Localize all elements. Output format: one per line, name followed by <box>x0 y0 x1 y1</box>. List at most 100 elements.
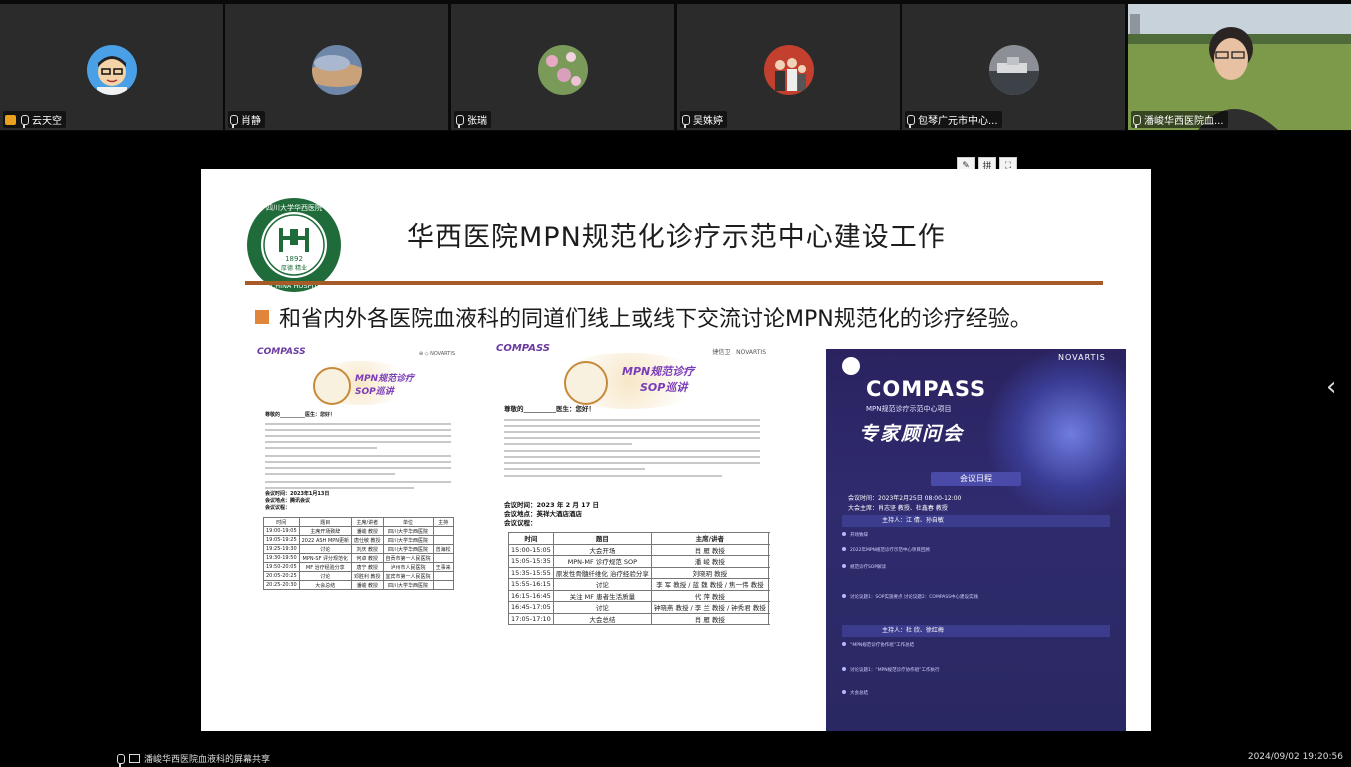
table-cell: 唐仕敏 教授 <box>350 535 384 545</box>
partner-logos: 捷信卫 NOVARTIS <box>712 349 766 356</box>
flower-avatar <box>537 45 588 95</box>
table-cell: 李 军 教授 / 蓝 魏 教授 / 焦一伟 教授 <box>650 578 769 591</box>
table-cell: 何卓 教授 <box>350 553 384 563</box>
table-row: 19:25-19:30 讨论 刘庆 教授 四川大学华西医院 曾海松 <box>263 544 454 554</box>
table-cell: 15:00-15:05 <box>508 543 554 556</box>
dot-icon <box>842 642 846 646</box>
title-divider <box>245 281 1103 285</box>
table-cell: 四川大学华西医院 <box>382 526 434 536</box>
dot-icon <box>842 547 846 551</box>
participant-tile[interactable]: 肖静 <box>225 4 448 130</box>
greeting: 尊敬的__________医生：您好！ <box>265 412 336 418</box>
mic-icon <box>1133 114 1141 128</box>
table-cell: 17:05-17:10 <box>508 612 554 625</box>
dot-icon <box>842 532 846 536</box>
table-cell: 16:45-17:05 <box>508 601 554 614</box>
table-cell: 曾海松 <box>432 544 454 554</box>
table-cell: 自贡市第四人民医院 <box>767 589 770 602</box>
table-cell: 肖 雁 教授 <box>650 543 769 556</box>
mic-icon <box>21 114 29 128</box>
table-header: 时间 题目 主席/讲者 单位 主持 <box>263 517 454 527</box>
timestamp: 2024/09/02 19:20:56 <box>1247 752 1343 762</box>
mic-icon <box>682 114 690 128</box>
status-bar: 潘峻华西医院血液科的屏幕共享 2024/09/02 19:20:56 <box>0 748 1351 767</box>
table-cell: 时间 <box>508 532 554 545</box>
meeting-meta: 会议时间：2023 年 2 月 17 日 会议地点：英祥大酒店酒店 会议议程： <box>504 501 599 527</box>
novartis-logo: NOVARTIS <box>1058 353 1106 362</box>
poster-title: 专家顾问会 <box>859 423 965 445</box>
table-cell: 主持 <box>432 517 454 527</box>
table-cell: 自贡市第三人民医院 <box>767 578 770 591</box>
participant-name: 张瑞 <box>454 111 491 128</box>
body-text <box>265 423 451 493</box>
table-cell: 题目 <box>298 517 352 527</box>
sky-avatar <box>311 45 362 95</box>
table-row: 15:35-15:55原发性骨髓纤维化 治疗经验分享刘晓玥 教授自贡市第一人民医… <box>508 566 770 579</box>
table-cell: 单位 <box>382 517 434 527</box>
mic-icon <box>230 114 238 128</box>
table-cell: 潘 峻 教授 <box>650 555 769 568</box>
participant-tile[interactable]: 张瑞 <box>451 4 674 130</box>
participant-tile[interactable]: 云天空 <box>0 4 223 130</box>
table-cell: 大会总结 <box>552 612 652 625</box>
table-cell: MF 治疗经验分享 <box>298 562 352 572</box>
table-cell: 单位 <box>767 532 770 545</box>
agenda-item: 规范诊疗SOP解读 <box>842 564 1110 570</box>
landscape-avatar <box>988 45 1039 95</box>
table-cell: 原发性骨髓纤维化 治疗经验分享 <box>552 566 652 579</box>
svg-text:1892: 1892 <box>285 255 303 263</box>
poster-glow <box>986 349 1126 519</box>
table-cell: 代 萍 教授 <box>650 589 769 602</box>
table-cell: 四川大学华西医院 <box>767 555 770 568</box>
compass-icon <box>564 361 608 405</box>
table-cell: 四川大学华西医院 <box>382 580 434 590</box>
table-row: 15:00-15:05大会开场肖 雁 教授自贡市第一人民医院 <box>508 543 770 556</box>
table-cell <box>432 526 454 536</box>
table-cell: 讨论 <box>552 601 652 614</box>
agenda-item: 讨论议题1：“MPN规范诊疗协作组”工作执行 <box>842 667 1110 673</box>
table-cell: 刘庆 教授 <box>350 544 384 554</box>
table-cell: 唐宁 教授 <box>350 562 384 572</box>
mic-icon <box>456 114 464 128</box>
participant-tile[interactable]: 包琴广元市中心... <box>902 4 1125 130</box>
table-cell: 自贡市第一人民医院 <box>767 612 770 625</box>
table-cell: 四川大学华西医院 <box>382 535 434 545</box>
table-cell: 王事来 <box>432 562 454 572</box>
compass-logo: COMPASS <box>496 343 550 354</box>
hospital-seal-icon <box>842 357 860 375</box>
bullet-text: 和省内外各医院血液科的同道们线上或线下交流讨论MPN规范化的诊疗经验。 <box>279 307 1032 332</box>
banner-title: MPN规范诊疗 SOP巡讲 <box>355 374 415 397</box>
participant-video[interactable]: 潘峻华西医院血... <box>1128 4 1351 130</box>
dot-icon <box>842 667 846 671</box>
table-cell: MPN-SF 评分规范化 <box>298 553 352 563</box>
table-cell: 19:00-19:05 <box>263 526 300 536</box>
screen-share-indicator[interactable]: 潘峻华西医院血液科的屏幕共享 <box>117 752 270 767</box>
family-avatar <box>763 45 814 95</box>
participant-tile[interactable]: 吴姝婷 <box>677 4 900 130</box>
banner-title: MPN规范诊疗 SOP巡讲 <box>622 365 695 394</box>
expert-meeting-poster: NOVARTIS COMPASS MPN规范诊疗示范中心项目 专家顾问会 会议日… <box>826 349 1126 731</box>
participant-strip: 云天空 肖静 张瑞 吴姝婷 包琴广元市中心... 潘峻华西医院血... <box>0 0 1351 131</box>
greeting: 尊敬的__________医生：您好！ <box>504 405 595 413</box>
compass-icon <box>313 367 351 405</box>
table-cell: 16:15-16:45 <box>508 589 554 602</box>
table-cell: 自贡市中医医院 <box>767 601 770 614</box>
schedule-label: 会议日程 <box>931 472 1021 486</box>
table-cell: 15:05-15:35 <box>508 555 554 568</box>
table-cell: 肖 雁 教授 <box>650 612 769 625</box>
table-cell: MPN-MF 诊疗规范 SOP <box>552 555 652 568</box>
table-cell: 主席/讲者 <box>350 517 384 527</box>
table-cell: 自贡市第一人民医院 <box>767 566 770 579</box>
table-cell: 时间 <box>263 517 300 527</box>
agenda-item: 2022年MPN规范诊疗示范中心项目回顾 <box>842 547 1110 553</box>
next-page-arrow-icon[interactable]: ‹ <box>1326 372 1336 402</box>
bullet-square-icon <box>255 310 269 324</box>
table-row: 19:05-19:25 2022 ASH MPN更新 唐仕敏 教授 四川大学华西医院 <box>263 535 454 545</box>
table-cell: 大会总结 <box>298 580 352 590</box>
table-cell: 主席开场致辞 <box>298 526 352 536</box>
section-header: 主持人：江 倩、孙自敏 <box>842 515 1110 527</box>
compass-logo: COMPASS <box>866 377 987 401</box>
participant-name: 肖静 <box>228 111 265 128</box>
mic-icon <box>907 114 915 128</box>
invitation-doc-2: COMPASS 捷信卫 NOVARTIS MPN规范诊疗 SOP巡讲 尊敬的__… <box>494 341 770 699</box>
